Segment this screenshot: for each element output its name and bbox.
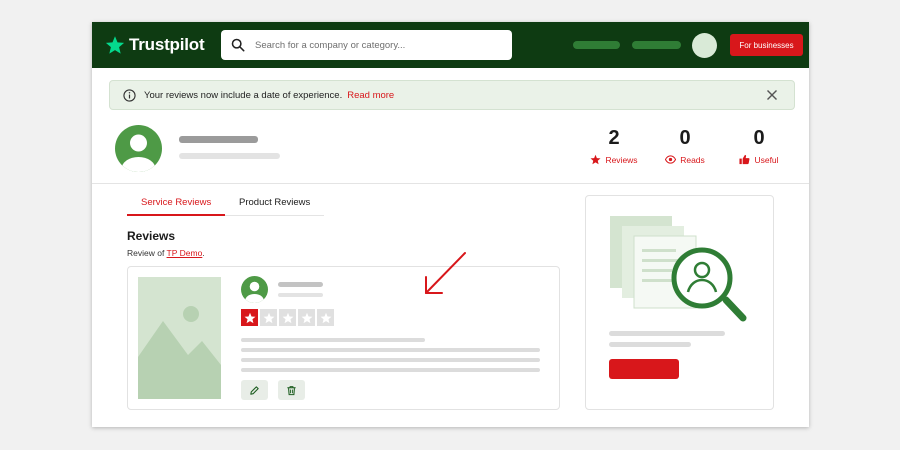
star-icon	[320, 312, 331, 323]
for-businesses-button[interactable]: For businesses	[730, 34, 803, 56]
stat-reviews-label: Reviews	[605, 154, 638, 165]
info-icon	[123, 88, 136, 102]
edit-review-button[interactable]	[241, 380, 268, 400]
user-avatar[interactable]	[692, 33, 717, 58]
stat-reviews-count: 2	[608, 127, 620, 149]
document-search-icon	[610, 216, 747, 322]
tab-service-reviews[interactable]: Service Reviews	[141, 197, 211, 208]
profile-name-placeholder	[179, 136, 258, 143]
reviewer-avatar	[241, 276, 268, 303]
delete-review-button[interactable]	[278, 380, 305, 400]
search-bar[interactable]	[221, 30, 512, 60]
pencil-icon	[250, 385, 259, 395]
review-text-line-1	[241, 348, 540, 352]
stat-reads-count: 0	[679, 127, 691, 149]
panel-text-line-2	[609, 342, 691, 347]
search-icon	[231, 38, 245, 52]
search-input[interactable]	[253, 38, 497, 52]
review-text-line-2	[241, 358, 540, 362]
nav-link-placeholder-2[interactable]	[632, 41, 681, 49]
notice-text: Your reviews now include a date of exper…	[144, 89, 343, 101]
app-window: Trustpilot For businesses Your reviews n…	[92, 22, 809, 427]
star-icon	[301, 312, 312, 323]
image-icon	[138, 306, 221, 399]
stat-reads[interactable]: 0 Reads	[650, 126, 720, 165]
review-text-line-3	[241, 368, 540, 372]
info-notice-banner: Your reviews now include a date of exper…	[109, 80, 795, 110]
top-navigation-bar: Trustpilot For businesses	[92, 22, 809, 68]
reviews-heading: Reviews	[127, 229, 176, 243]
reviewer-meta-placeholder	[278, 293, 323, 297]
stat-useful-count: 0	[753, 127, 765, 149]
tab-product-reviews[interactable]: Product Reviews	[239, 197, 310, 208]
rating-star-3[interactable]	[279, 309, 296, 326]
star-icon	[590, 154, 601, 165]
star-rating[interactable]	[241, 309, 334, 326]
review-image-placeholder	[138, 277, 221, 399]
stat-reviews[interactable]: 2 Reviews	[579, 126, 649, 165]
active-tab-indicator	[127, 214, 225, 216]
eye-icon	[665, 155, 677, 164]
panel-text-line-1	[609, 331, 725, 336]
trash-icon	[287, 385, 296, 395]
profile-avatar	[115, 125, 162, 172]
nav-link-placeholder-1[interactable]	[573, 41, 620, 49]
review-of-line: Review of TP Demo.	[127, 248, 205, 258]
rating-star-5[interactable]	[317, 309, 334, 326]
logo-text: Trustpilot	[129, 35, 205, 54]
rating-star-1[interactable]	[241, 309, 258, 326]
review-card	[127, 266, 560, 410]
thumbs-up-icon	[739, 154, 750, 165]
panel-action-button[interactable]	[609, 359, 679, 379]
stat-reads-label: Reads	[680, 154, 705, 165]
rating-star-2[interactable]	[260, 309, 277, 326]
side-panel	[585, 195, 774, 410]
stat-useful-label: Useful	[754, 154, 779, 165]
star-icon	[105, 36, 125, 54]
review-of-prefix: Review of	[127, 248, 165, 258]
user-icon	[245, 281, 264, 303]
close-icon[interactable]	[766, 89, 778, 101]
user-icon	[121, 134, 156, 172]
star-icon	[244, 312, 255, 323]
review-title-placeholder	[241, 338, 425, 342]
read-more-link[interactable]: Read more	[347, 90, 394, 101]
star-icon	[263, 312, 274, 323]
pointer-arrow-icon	[425, 252, 466, 294]
reviewer-name-placeholder	[278, 282, 323, 287]
rating-star-4[interactable]	[298, 309, 315, 326]
stat-useful[interactable]: 0 Useful	[724, 126, 794, 165]
profile-detail-placeholder	[179, 153, 280, 159]
section-divider	[92, 183, 809, 184]
trustpilot-logo[interactable]: Trustpilot	[105, 33, 205, 57]
star-icon	[282, 312, 293, 323]
company-link[interactable]: TP Demo	[167, 248, 203, 258]
review-of-suffix: .	[202, 248, 205, 258]
